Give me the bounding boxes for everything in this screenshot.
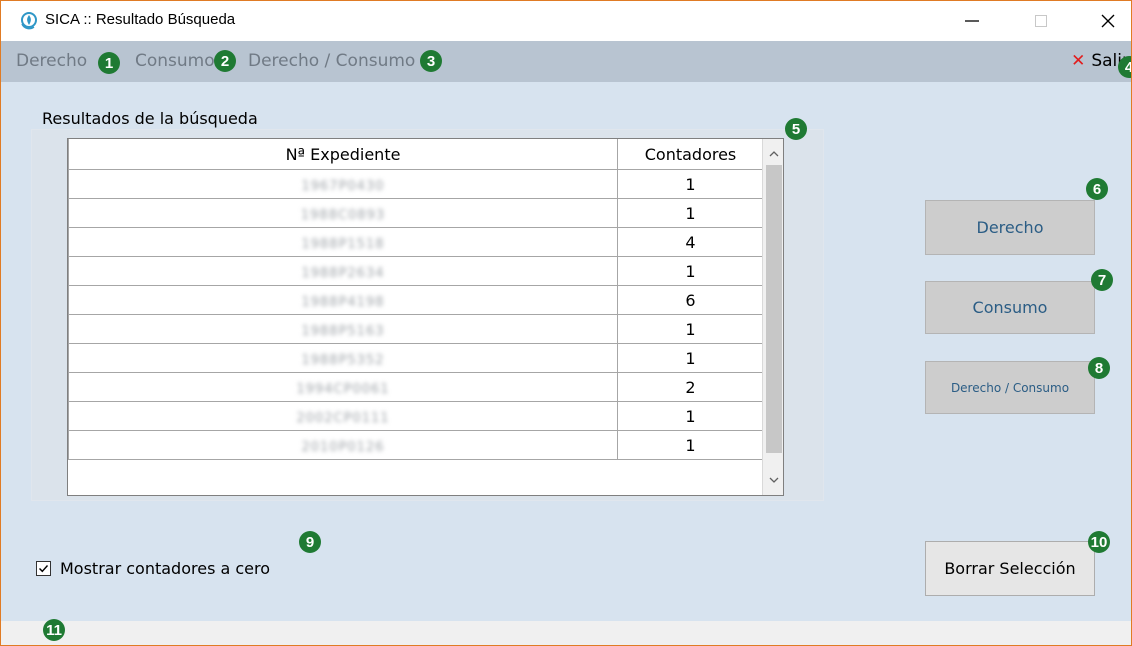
callout-badge: 11 [43, 619, 65, 641]
column-header-expediente[interactable]: Nª Expediente [68, 139, 618, 170]
table-row[interactable]: 1967P0430 1 [68, 169, 764, 199]
consumo-button[interactable]: Consumo [925, 281, 1095, 334]
callout-badge: 1 [98, 52, 120, 74]
title-bar: SICA :: Resultado Búsqueda [1, 1, 1131, 41]
expediente-value: 1988P2634 [301, 265, 385, 281]
minimize-button[interactable] [949, 1, 995, 41]
derecho-button[interactable]: Derecho [925, 200, 1095, 255]
app-icon [21, 12, 37, 30]
results-group-label: Resultados de la búsqueda [42, 109, 258, 128]
callout-badge: 10 [1088, 531, 1110, 553]
table-row[interactable]: 1994CP0061 2 [68, 372, 764, 402]
callout-badge: 8 [1088, 357, 1110, 379]
table-row[interactable]: 1988P1518 4 [68, 227, 764, 257]
contadores-cell[interactable]: 1 [617, 314, 764, 344]
checkmark-icon [39, 565, 49, 573]
expediente-cell[interactable]: 1988P4198 [68, 285, 618, 315]
expediente-value: 1967P0430 [301, 178, 385, 194]
expediente-cell[interactable]: 2002CP0111 [68, 401, 618, 431]
scrollbar-thumb[interactable] [766, 165, 782, 453]
table-row[interactable]: 2002CP0111 1 [68, 401, 764, 431]
expediente-value: 2010P0126 [301, 439, 385, 455]
callout-badge: 7 [1091, 269, 1113, 291]
window-title: SICA :: Resultado Búsqueda [45, 11, 236, 28]
vertical-scrollbar[interactable] [762, 139, 783, 495]
table-row[interactable]: 1988P4198 6 [68, 285, 764, 315]
expediente-value: 1988P5352 [301, 352, 385, 368]
table-row[interactable]: 1988P5163 1 [68, 314, 764, 344]
callout-badge: 2 [214, 50, 236, 72]
expediente-cell[interactable]: 1988P1518 [68, 227, 618, 257]
grid-header-row: Nª Expediente Contadores [68, 139, 764, 170]
expediente-value: 2002CP0111 [296, 410, 390, 426]
expediente-value: 1988P5163 [301, 323, 385, 339]
table-row[interactable]: 1988P5352 1 [68, 343, 764, 373]
chevron-up-icon [769, 151, 779, 157]
expediente-cell[interactable]: 1967P0430 [68, 169, 618, 199]
table-row[interactable]: 2010P0126 1 [68, 430, 764, 460]
scroll-down-button[interactable] [763, 469, 783, 491]
contadores-cell[interactable]: 2 [617, 372, 764, 402]
contadores-cell[interactable]: 1 [617, 401, 764, 431]
contadores-cell[interactable]: 1 [617, 343, 764, 373]
close-window-button[interactable] [1085, 1, 1131, 41]
expediente-cell[interactable]: 1988P2634 [68, 256, 618, 286]
show-zero-counters-option[interactable]: Mostrar contadores a cero [36, 559, 270, 578]
contadores-cell[interactable]: 1 [617, 256, 764, 286]
show-zero-counters-label: Mostrar contadores a cero [60, 559, 271, 578]
app-window: SICA :: Resultado Búsqueda Derecho Consu… [0, 0, 1132, 646]
expediente-value: 1988P4198 [301, 294, 385, 310]
contadores-cell[interactable]: 4 [617, 227, 764, 257]
table-row[interactable]: 1988C0893 1 [68, 198, 764, 228]
callout-badge: 5 [785, 118, 807, 140]
menu-item-derecho[interactable]: Derecho [16, 51, 87, 71]
contadores-cell[interactable]: 1 [617, 430, 764, 460]
expediente-value: 1988C0893 [300, 207, 386, 223]
minimize-icon [965, 20, 979, 22]
callout-badge: 9 [299, 531, 321, 553]
menu-bar: Derecho Consumo Derecho / Consumo ✕ Salir [1, 41, 1131, 82]
contadores-cell[interactable]: 6 [617, 285, 764, 315]
contadores-cell[interactable]: 1 [617, 169, 764, 199]
callout-badge: 6 [1086, 178, 1108, 200]
results-grid[interactable]: Nª Expediente Contadores 1967P0430 1 1988C… [67, 138, 784, 496]
expediente-value: 1994CP0061 [296, 381, 390, 397]
close-icon: ✕ [1071, 51, 1086, 71]
close-icon [1101, 14, 1115, 28]
expediente-cell[interactable]: 1988P5352 [68, 343, 618, 373]
maximize-button[interactable] [1018, 1, 1064, 41]
menu-item-derecho-consumo[interactable]: Derecho / Consumo [248, 51, 415, 71]
maximize-icon [1035, 15, 1047, 27]
clear-selection-button[interactable]: Borrar Selección [925, 541, 1095, 596]
column-header-contadores[interactable]: Contadores [617, 139, 764, 170]
expediente-cell[interactable]: 2010P0126 [68, 430, 618, 460]
derecho-consumo-button[interactable]: Derecho / Consumo [925, 361, 1095, 414]
expediente-cell[interactable]: 1988C0893 [68, 198, 618, 228]
contadores-cell[interactable]: 1 [617, 198, 764, 228]
show-zero-counters-checkbox[interactable] [36, 561, 51, 576]
expediente-cell[interactable]: 1994CP0061 [68, 372, 618, 402]
expediente-value: 1988P1518 [301, 236, 385, 252]
table-row[interactable]: 1988P2634 1 [68, 256, 764, 286]
scroll-up-button[interactable] [763, 143, 783, 165]
callout-badge: 3 [420, 50, 442, 72]
status-bar [1, 621, 1131, 645]
chevron-down-icon [769, 477, 779, 483]
expediente-cell[interactable]: 1988P5163 [68, 314, 618, 344]
menu-item-consumo[interactable]: Consumo [135, 51, 215, 71]
